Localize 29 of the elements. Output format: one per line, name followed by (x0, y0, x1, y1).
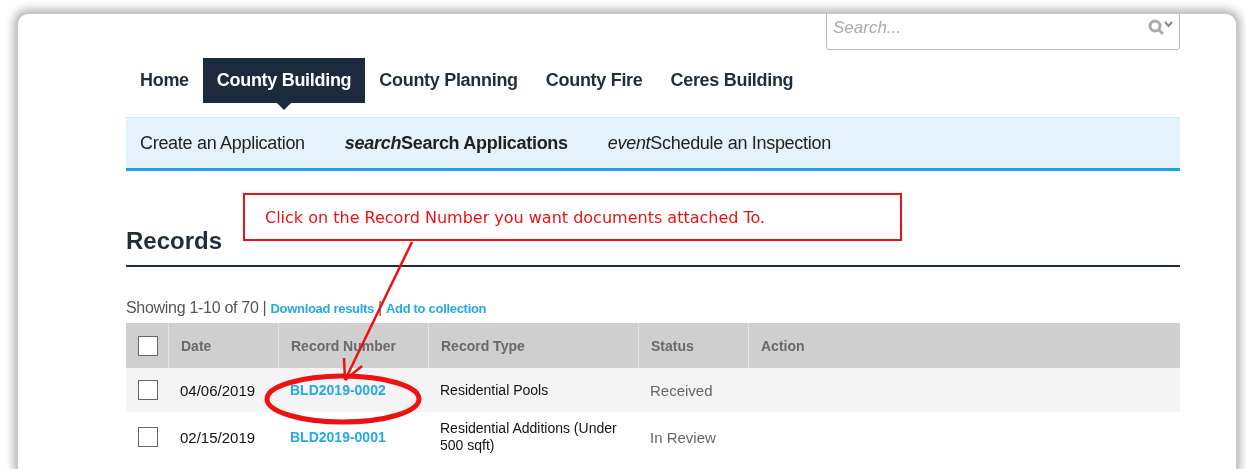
column-header[interactable]: Status (651, 337, 694, 354)
search-icon[interactable] (1148, 19, 1174, 37)
table-cell: Residential Pools (440, 381, 549, 399)
link[interactable]: Add to collection (385, 301, 487, 316)
nav-tab[interactable]: Home (126, 58, 203, 103)
search-field[interactable]: Search... (826, 14, 1180, 50)
annotation-callout: Click on the Record Number you want documents attached To. (243, 193, 902, 241)
result-count: Showing 1-10 of 70 | (126, 299, 267, 317)
nav-tab[interactable]: Ceres Building (656, 58, 808, 103)
sub-nav-link[interactable]: Create an Application (140, 132, 305, 154)
pointer-icon (277, 103, 292, 110)
sub-nav-link[interactable]: eventSchedule an Inspection (607, 132, 831, 154)
nav-tab[interactable]: County Fire (531, 58, 657, 103)
table-cell: 04/06/2019 (180, 381, 256, 399)
table-cell-text: Residential Additions (Under 500 sqft) (440, 420, 618, 454)
column-header[interactable]: Date (181, 337, 212, 354)
link[interactable]: Download results (270, 301, 375, 316)
row-checkbox[interactable] (138, 380, 158, 400)
select-all-checkbox[interactable] (138, 335, 158, 356)
nav-tab[interactable]: County Planning (365, 58, 532, 103)
sub-nav-link[interactable]: searchSearch Applications (344, 132, 568, 154)
table-cell: 02/15/2019 (180, 428, 256, 446)
record-link[interactable]: BLD2019-0002 (290, 382, 386, 398)
row-checkbox[interactable] (138, 427, 158, 447)
column-header[interactable]: Record Type (441, 337, 525, 354)
record-link[interactable]: BLD2019-0001 (290, 429, 386, 445)
column-header[interactable]: Action (761, 337, 805, 354)
table-cell: Received (650, 381, 713, 399)
table-cell: In Review (650, 428, 716, 446)
